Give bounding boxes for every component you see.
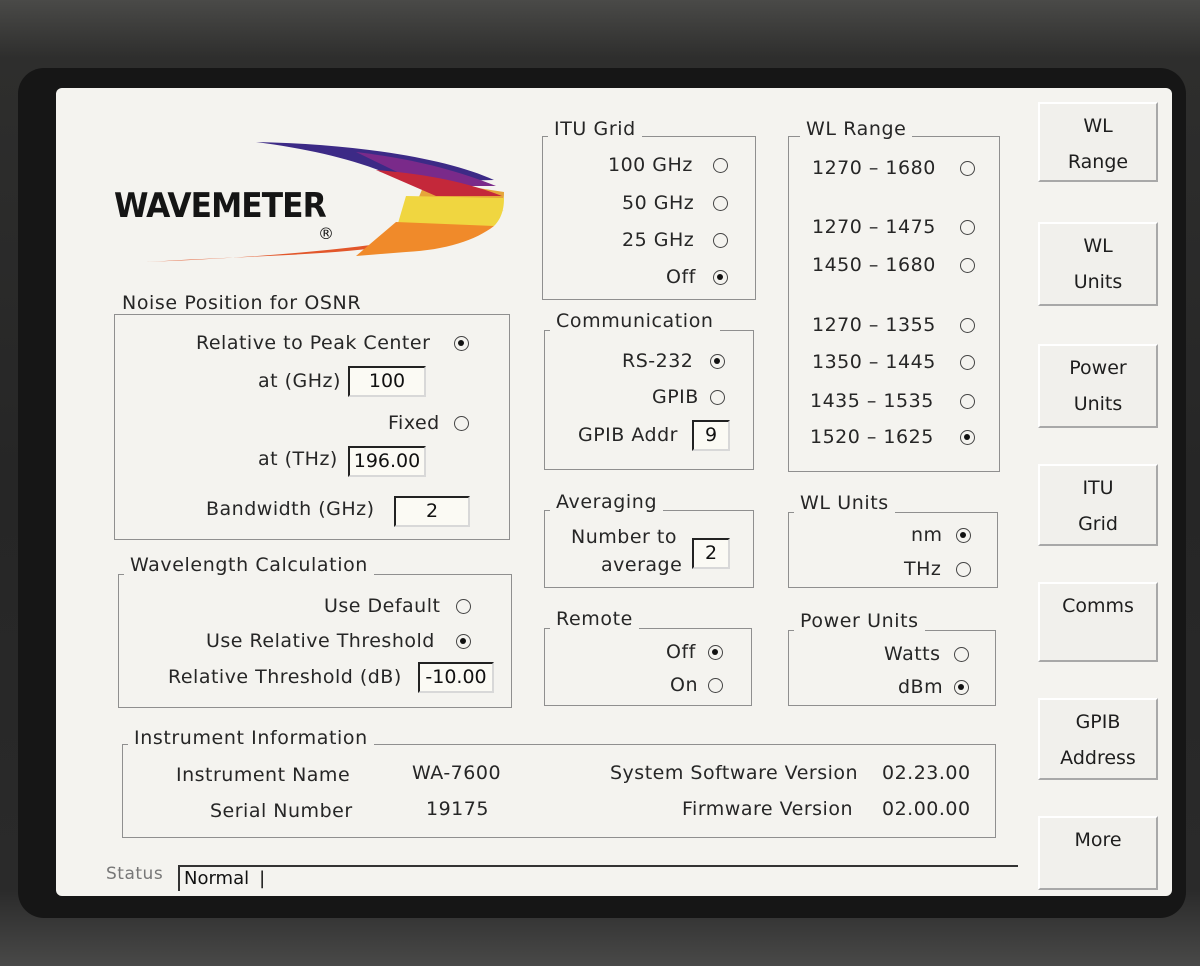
remote-off-radio[interactable] <box>708 645 723 660</box>
averaging-title: Averaging <box>550 491 664 513</box>
communication-title: Communication <box>550 310 720 332</box>
status-value: Normal <box>184 868 250 889</box>
at-thz-label: at (THz) <box>258 448 338 470</box>
bandwidth-label: Bandwidth (GHz) <box>206 498 375 520</box>
itu-off-radio[interactable] <box>713 270 728 285</box>
bandwidth-field[interactable]: 2 <box>394 496 470 527</box>
logo-registered: ® <box>318 224 334 243</box>
itu-50ghz-label: 50 GHz <box>622 192 695 214</box>
wl-range-1270-1475-label: 1270 – 1475 <box>812 216 936 238</box>
use-default-label: Use Default <box>324 595 441 617</box>
power-units-group <box>788 630 996 706</box>
power-units-dbm-label: dBm <box>898 676 944 698</box>
relative-peak-radio[interactable] <box>454 336 469 351</box>
comms-button[interactable]: Comms <box>1038 582 1158 662</box>
system-software-label: System Software Version <box>610 762 859 784</box>
rs232-label: RS-232 <box>622 350 694 372</box>
wl-range-1435-1535-radio[interactable] <box>960 394 975 409</box>
wavemeter-logo: WAVEMETER ® <box>106 140 506 270</box>
fixed-label: Fixed <box>388 412 440 434</box>
itu-grid-title: ITU Grid <box>548 118 642 140</box>
threshold-field[interactable]: -10.00 <box>418 662 494 693</box>
firmware-version-label: Firmware Version <box>682 798 853 820</box>
relative-peak-label: Relative to Peak Center <box>196 332 431 354</box>
power-units-dbm-radio[interactable] <box>954 680 969 695</box>
use-relative-radio[interactable] <box>456 634 471 649</box>
rs232-radio[interactable] <box>710 354 725 369</box>
wl-units-thz-label: THz <box>904 558 942 580</box>
serial-number-label: Serial Number <box>210 800 353 822</box>
wl-range-1450-1680-label: 1450 – 1680 <box>812 254 936 276</box>
power-units-button[interactable]: Power Units <box>1038 344 1158 428</box>
gpib-addr-field[interactable]: 9 <box>692 420 730 451</box>
remote-on-label: On <box>670 674 698 696</box>
power-units-title: Power Units <box>794 610 925 632</box>
itu-50ghz-radio[interactable] <box>713 196 728 211</box>
wl-range-title: WL Range <box>800 118 913 140</box>
system-software-value: 02.23.00 <box>882 762 971 784</box>
wl-range-group <box>788 136 1000 472</box>
remote-title: Remote <box>550 608 639 630</box>
wl-range-1350-1445-radio[interactable] <box>960 355 975 370</box>
more-button[interactable]: More <box>1038 816 1158 890</box>
wl-range-1270-1680-radio[interactable] <box>960 161 975 176</box>
gpib-radio[interactable] <box>710 390 725 405</box>
remote-group <box>544 628 752 706</box>
gpib-label: GPIB <box>652 386 699 408</box>
instrument-info-group <box>122 744 996 838</box>
use-default-radio[interactable] <box>456 599 471 614</box>
instrument-name-label: Instrument Name <box>176 764 351 786</box>
logo-text: WAVEMETER <box>114 186 327 226</box>
status-label: Status <box>106 864 164 884</box>
wl-range-1435-1535-label: 1435 – 1535 <box>810 390 934 412</box>
wl-range-1520-1625-label: 1520 – 1625 <box>810 426 934 448</box>
itu-off-label: Off <box>666 266 696 288</box>
wl-range-1520-1625-radio[interactable] <box>960 430 975 445</box>
wl-units-thz-radio[interactable] <box>956 562 971 577</box>
power-units-watts-radio[interactable] <box>954 647 969 662</box>
serial-number-value: 19175 <box>426 798 489 820</box>
wavelength-calc-title: Wavelength Calculation <box>124 554 374 576</box>
status-cursor: | <box>259 868 266 889</box>
power-units-watts-label: Watts <box>884 643 941 665</box>
firmware-version-value: 02.00.00 <box>882 798 971 820</box>
instrument-name-value: WA-7600 <box>412 762 502 784</box>
gpib-addr-label: GPIB Addr <box>578 424 678 446</box>
remote-on-radio[interactable] <box>708 678 723 693</box>
wl-range-1270-1355-radio[interactable] <box>960 318 975 333</box>
instrument-info-title: Instrument Information <box>128 727 374 749</box>
gpib-address-button[interactable]: GPIB Address <box>1038 698 1158 780</box>
status-field: Normal | <box>178 865 1018 891</box>
wl-units-nm-radio[interactable] <box>956 528 971 543</box>
remote-off-label: Off <box>666 641 696 663</box>
wl-units-title: WL Units <box>794 492 895 514</box>
use-relative-label: Use Relative Threshold <box>206 630 435 652</box>
wl-units-group <box>788 512 998 588</box>
itu-grid-button[interactable]: ITU Grid <box>1038 464 1158 546</box>
itu-100ghz-label: 100 GHz <box>608 154 693 176</box>
wl-range-1270-1355-label: 1270 – 1355 <box>812 314 936 336</box>
averaging-line1: Number to <box>571 526 677 548</box>
averaging-line2: average <box>601 554 683 576</box>
itu-100ghz-radio[interactable] <box>713 158 728 173</box>
at-ghz-label: at (GHz) <box>258 370 341 392</box>
threshold-label: Relative Threshold (dB) <box>168 666 402 688</box>
wl-range-1350-1445-label: 1350 – 1445 <box>812 351 936 373</box>
noise-position-title: Noise Position for OSNR <box>116 292 368 314</box>
itu-25ghz-radio[interactable] <box>713 233 728 248</box>
wl-range-1270-1475-radio[interactable] <box>960 220 975 235</box>
averaging-field[interactable]: 2 <box>692 538 730 569</box>
wl-range-1450-1680-radio[interactable] <box>960 258 975 273</box>
wl-units-button[interactable]: WL Units <box>1038 222 1158 306</box>
wl-range-1270-1680-label: 1270 – 1680 <box>812 157 936 179</box>
at-ghz-field[interactable]: 100 <box>348 366 426 397</box>
wl-range-button[interactable]: WL Range <box>1038 102 1158 182</box>
wavemeter-screen: WAVEMETER ® Noise Position for OSNR Rela… <box>56 88 1172 896</box>
itu-25ghz-label: 25 GHz <box>622 229 695 251</box>
at-thz-field[interactable]: 196.00 <box>348 446 426 477</box>
fixed-radio[interactable] <box>454 416 469 431</box>
wl-units-nm-label: nm <box>911 524 943 546</box>
